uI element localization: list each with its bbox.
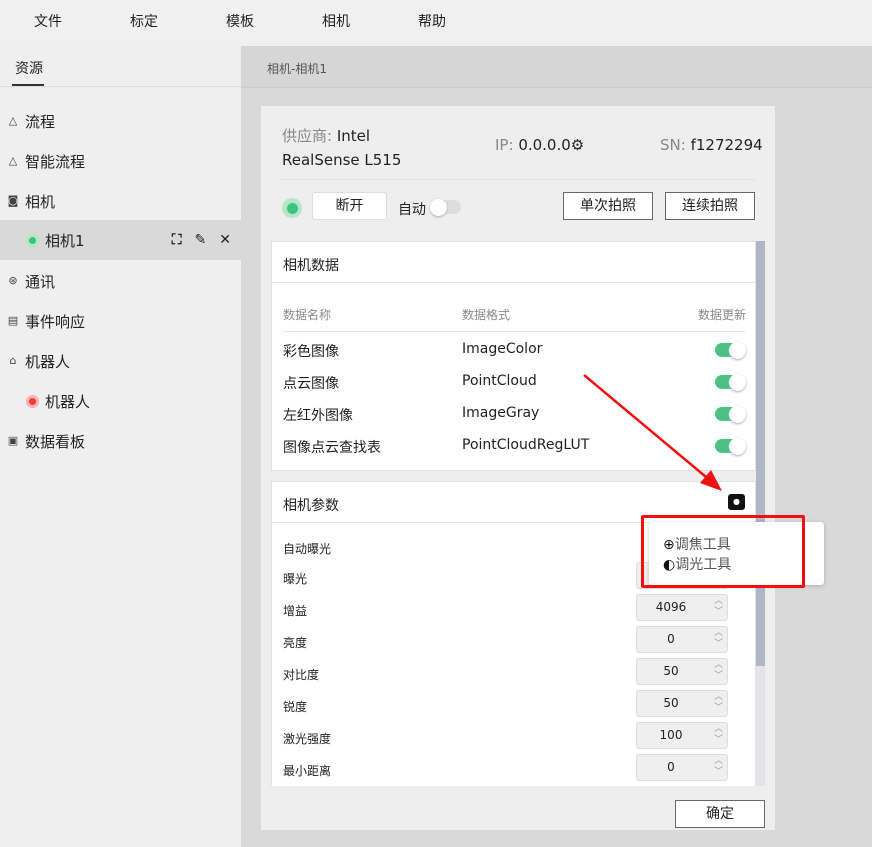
- annotation-arrow: [583, 374, 722, 491]
